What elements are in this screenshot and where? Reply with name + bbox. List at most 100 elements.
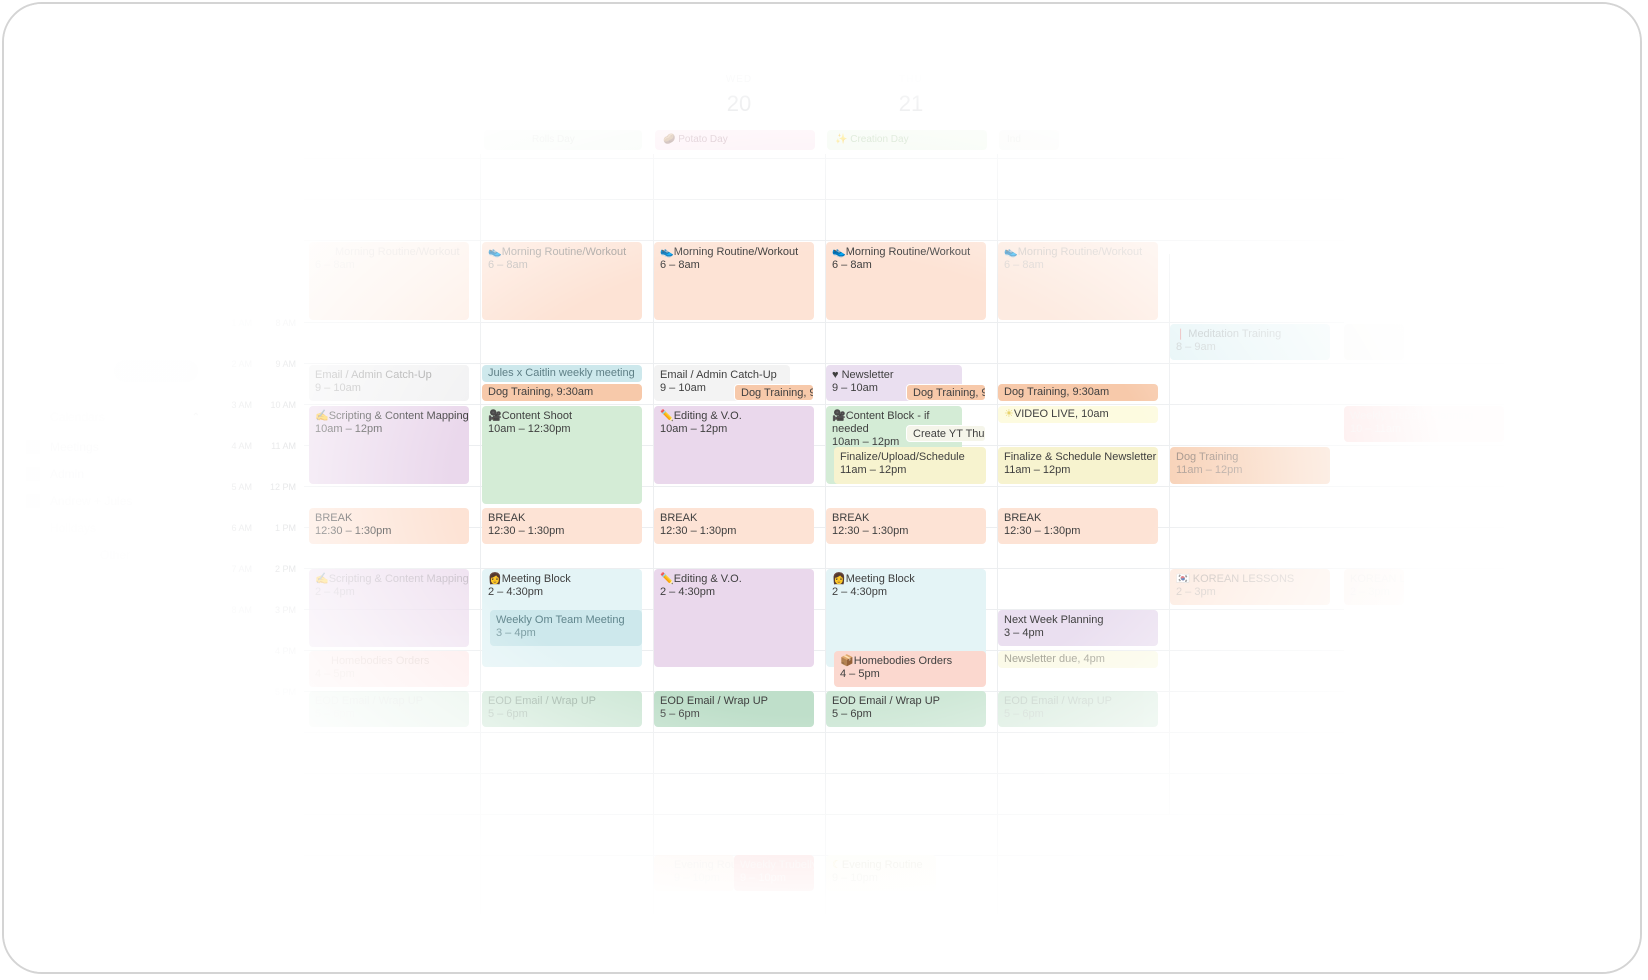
event-morning-routine[interactable]: 👟Morning Routine/Workout 6 – 8am bbox=[998, 242, 1158, 320]
event-break[interactable]: BREAK 12:30 – 1:30pm bbox=[482, 508, 642, 544]
event-weekly-trubelly[interactable]: Weekly Trubelly Planning 10 – 11am bbox=[1344, 406, 1504, 442]
event-title: Dog Training, 9:30am bbox=[488, 386, 594, 398]
event-dog-training[interactable]: Dog Training, 9 bbox=[906, 384, 986, 401]
calendar-item[interactable]: Holidays bbox=[50, 521, 96, 535]
event-weekly-om[interactable]: Weekly Om Team Meeting 3 – 4pm bbox=[490, 610, 642, 646]
person-icon: 👩 bbox=[832, 573, 846, 585]
event-morning-routine[interactable]: 👟Morning Routine/Workout 6 – 8am bbox=[482, 242, 642, 320]
event-time: 3 – 4pm bbox=[496, 627, 536, 639]
day-of-week: THU bbox=[899, 74, 923, 85]
event-time: 2 – 4:30pm bbox=[832, 586, 888, 598]
event-title: BREAK bbox=[1004, 512, 1042, 524]
time-label: 4 AM bbox=[231, 441, 252, 451]
event-next-week-planning[interactable]: Next Week Planning 3 – 4pm bbox=[998, 610, 1158, 646]
event-jules-caitlin[interactable]: Jules x Caitlin weekly meeting bbox=[482, 365, 642, 382]
event-eod-wrapup[interactable]: EOD Email / Wrap UP 5 – 6pm bbox=[826, 691, 986, 727]
event-scripting[interactable]: ✍️Scripting & Content Mapping 10am – 12pm bbox=[309, 406, 469, 484]
time-label: 1 AM bbox=[231, 318, 252, 328]
calendar-item[interactable]: Meetings bbox=[26, 440, 99, 454]
grid-line bbox=[304, 199, 1344, 200]
event-title: BREAK bbox=[660, 512, 698, 524]
event-morning-routine[interactable]: 👟Morning Routine/Workout 6 – 8am bbox=[826, 242, 986, 320]
event-newsletter-due[interactable]: Newsletter due, 4pm bbox=[998, 651, 1158, 668]
event-weekly-trubelly[interactable]: Weekly Trubelly 9 – 10pm bbox=[734, 855, 814, 891]
allday-event[interactable]: 🥔 Potato Day bbox=[655, 130, 815, 150]
event-editing[interactable]: ✏️Editing & V.O. 10am – 12pm bbox=[654, 406, 814, 484]
event-break[interactable]: BREAK 12:30 – 1:30pm bbox=[654, 508, 814, 544]
event-dog-training[interactable]: Dog Training, 9:30am bbox=[998, 384, 1158, 401]
grid-line bbox=[304, 773, 1344, 774]
event-eod-wrapup[interactable]: EOD Email / Wrap UP 5 – 6pm bbox=[654, 691, 814, 727]
event-break[interactable]: BREAK 12:30 – 1:30pm bbox=[826, 508, 986, 544]
person-icon: 👩 bbox=[488, 573, 502, 585]
event-time: 5 – 6pm bbox=[832, 708, 872, 720]
event-homebodies[interactable]: 📦Homebodies Orders 4 – 5pm bbox=[834, 651, 986, 687]
event-dog-training[interactable]: Dog Training, 9 bbox=[734, 384, 814, 401]
grid-line bbox=[304, 732, 1344, 733]
grid-line bbox=[304, 240, 1344, 241]
event-title: ☾Evening Routine bbox=[832, 859, 923, 871]
event-morning-routine[interactable]: Morning Routine/Workout 6 – 8am bbox=[309, 242, 469, 320]
calendars-section-header[interactable]: Calendars ⌃ bbox=[50, 410, 200, 424]
checkbox[interactable] bbox=[26, 440, 40, 454]
event-title: ☀VIDEO LIVE, 10am bbox=[1004, 408, 1109, 420]
event-title: EOD Email / Wrap UP bbox=[1004, 695, 1112, 707]
event-dog-training[interactable]: Dog Training 11am – 12pm bbox=[1170, 447, 1330, 484]
meditation-icon: ❘ bbox=[1176, 328, 1189, 340]
grid-line bbox=[304, 158, 1344, 159]
event-video-live[interactable]: ☀VIDEO LIVE, 10am bbox=[998, 406, 1158, 423]
event-content-shoot[interactable]: 🎥Content Shoot 10am – 12:30pm bbox=[482, 406, 642, 504]
allday-event[interactable]: Ind bbox=[999, 130, 1059, 150]
device-frame: WED 20 THU 21 Rolls Day 🥔 Potato Day ✨ C… bbox=[2, 2, 1642, 974]
event-title: 👩Meeting Block bbox=[488, 573, 571, 585]
event-korean-lessons[interactable]: 🇰🇷 KOREAN LESSONS 2 – 3pm bbox=[1170, 569, 1330, 605]
event-eod-wrapup[interactable]: EOD Email / Wrap UP 5 – 6pm bbox=[482, 691, 642, 727]
calendar-week-view: WED 20 THU 21 Rolls Day 🥔 Potato Day ✨ C… bbox=[4, 4, 1640, 972]
calendar-name: Meetings bbox=[50, 440, 99, 454]
event-scripting[interactable]: ✍️Scripting & Content Mapping 2 – 4pm bbox=[309, 569, 469, 647]
event-break[interactable]: BREAK 12:30 – 1:30pm bbox=[998, 508, 1158, 544]
calendar-item[interactable]: Other bbox=[100, 548, 130, 562]
event-finalize-upload[interactable]: Finalize/Upload/Schedule 11am – 12pm bbox=[834, 447, 986, 484]
event-title: ✏️Editing & V.O. bbox=[660, 573, 742, 585]
event-meditation-training[interactable]: ❘ Meditation Training 8 – 9am bbox=[1170, 324, 1330, 360]
calendar-name: Other bbox=[100, 548, 131, 562]
day-header-thu[interactable]: THU 21 bbox=[876, 74, 946, 117]
calendar-name: Admin bbox=[50, 467, 85, 481]
calendar-item[interactable]: Andrew + Jules bbox=[26, 494, 132, 508]
moon-icon: ☾ bbox=[832, 859, 842, 871]
event-time: 12:30 – 1:30pm bbox=[832, 525, 909, 537]
event-evening-routine[interactable]: ☾Evening Routine 9 – 10pm bbox=[826, 855, 936, 891]
time-label: 8 AM bbox=[275, 318, 296, 328]
event-title: 🇰🇷 KOREAN LESSONS bbox=[1176, 573, 1295, 585]
event-morning-routine[interactable]: 👟Morning Routine/Workout 6 – 8am bbox=[654, 242, 814, 320]
event-korean-lessons[interactable]: KOREAN LE2 – 3pm bbox=[1344, 569, 1404, 605]
event-time: 2 – 4:30pm bbox=[488, 586, 544, 598]
event-time: 5 – 6pm bbox=[1004, 708, 1044, 720]
event-faded[interactable] bbox=[1344, 324, 1404, 360]
event-title: ✏️Editing & V.O. bbox=[660, 410, 742, 422]
event-eod-wrapup[interactable]: EOD Email / Wrap UP 5 – 6pm bbox=[998, 691, 1158, 727]
event-title: Evening Rout bbox=[674, 859, 734, 871]
event-create-yt-thumbnail[interactable]: Create YT Thum bbox=[906, 425, 986, 442]
event-break[interactable]: BREAK 12:30 – 1:30pm bbox=[309, 508, 469, 544]
event-homebodies[interactable]: Homebodies Orders 4 – 5pm bbox=[309, 651, 469, 687]
event-time: 6 – 8am bbox=[832, 259, 872, 271]
day-header-wed[interactable]: WED 20 bbox=[704, 74, 774, 117]
event-finalize-newsletter[interactable]: Finalize & Schedule Newsletter 11am – 12p… bbox=[998, 447, 1158, 484]
allday-event[interactable]: ✨ Creation Day bbox=[827, 130, 987, 150]
event-eod-wrapup[interactable]: EOD Email / Wrap UP 5 – 6pm bbox=[309, 691, 469, 727]
camera-icon: 🎥 bbox=[488, 410, 502, 422]
calendar-item[interactable]: Admin bbox=[26, 467, 84, 481]
event-email-admin[interactable]: Email / Admin Catch-Up 9 – 10am bbox=[309, 365, 469, 401]
event-dog-training[interactable]: Dog Training, 9:30am bbox=[482, 384, 642, 401]
event-editing[interactable]: ✏️Editing & V.O. 2 – 4:30pm bbox=[654, 569, 814, 667]
checkbox[interactable] bbox=[26, 494, 40, 508]
event-evening-routine[interactable]: Evening Rout 9 – 10pm bbox=[654, 855, 734, 891]
sidebar-search-pill[interactable] bbox=[114, 360, 198, 382]
time-label: 7 AM bbox=[231, 564, 252, 574]
allday-event[interactable]: Rolls Day bbox=[484, 130, 642, 150]
time-label: 3 PM bbox=[274, 605, 296, 615]
checkbox[interactable] bbox=[26, 467, 40, 481]
allday-label: Ind bbox=[1007, 134, 1021, 145]
